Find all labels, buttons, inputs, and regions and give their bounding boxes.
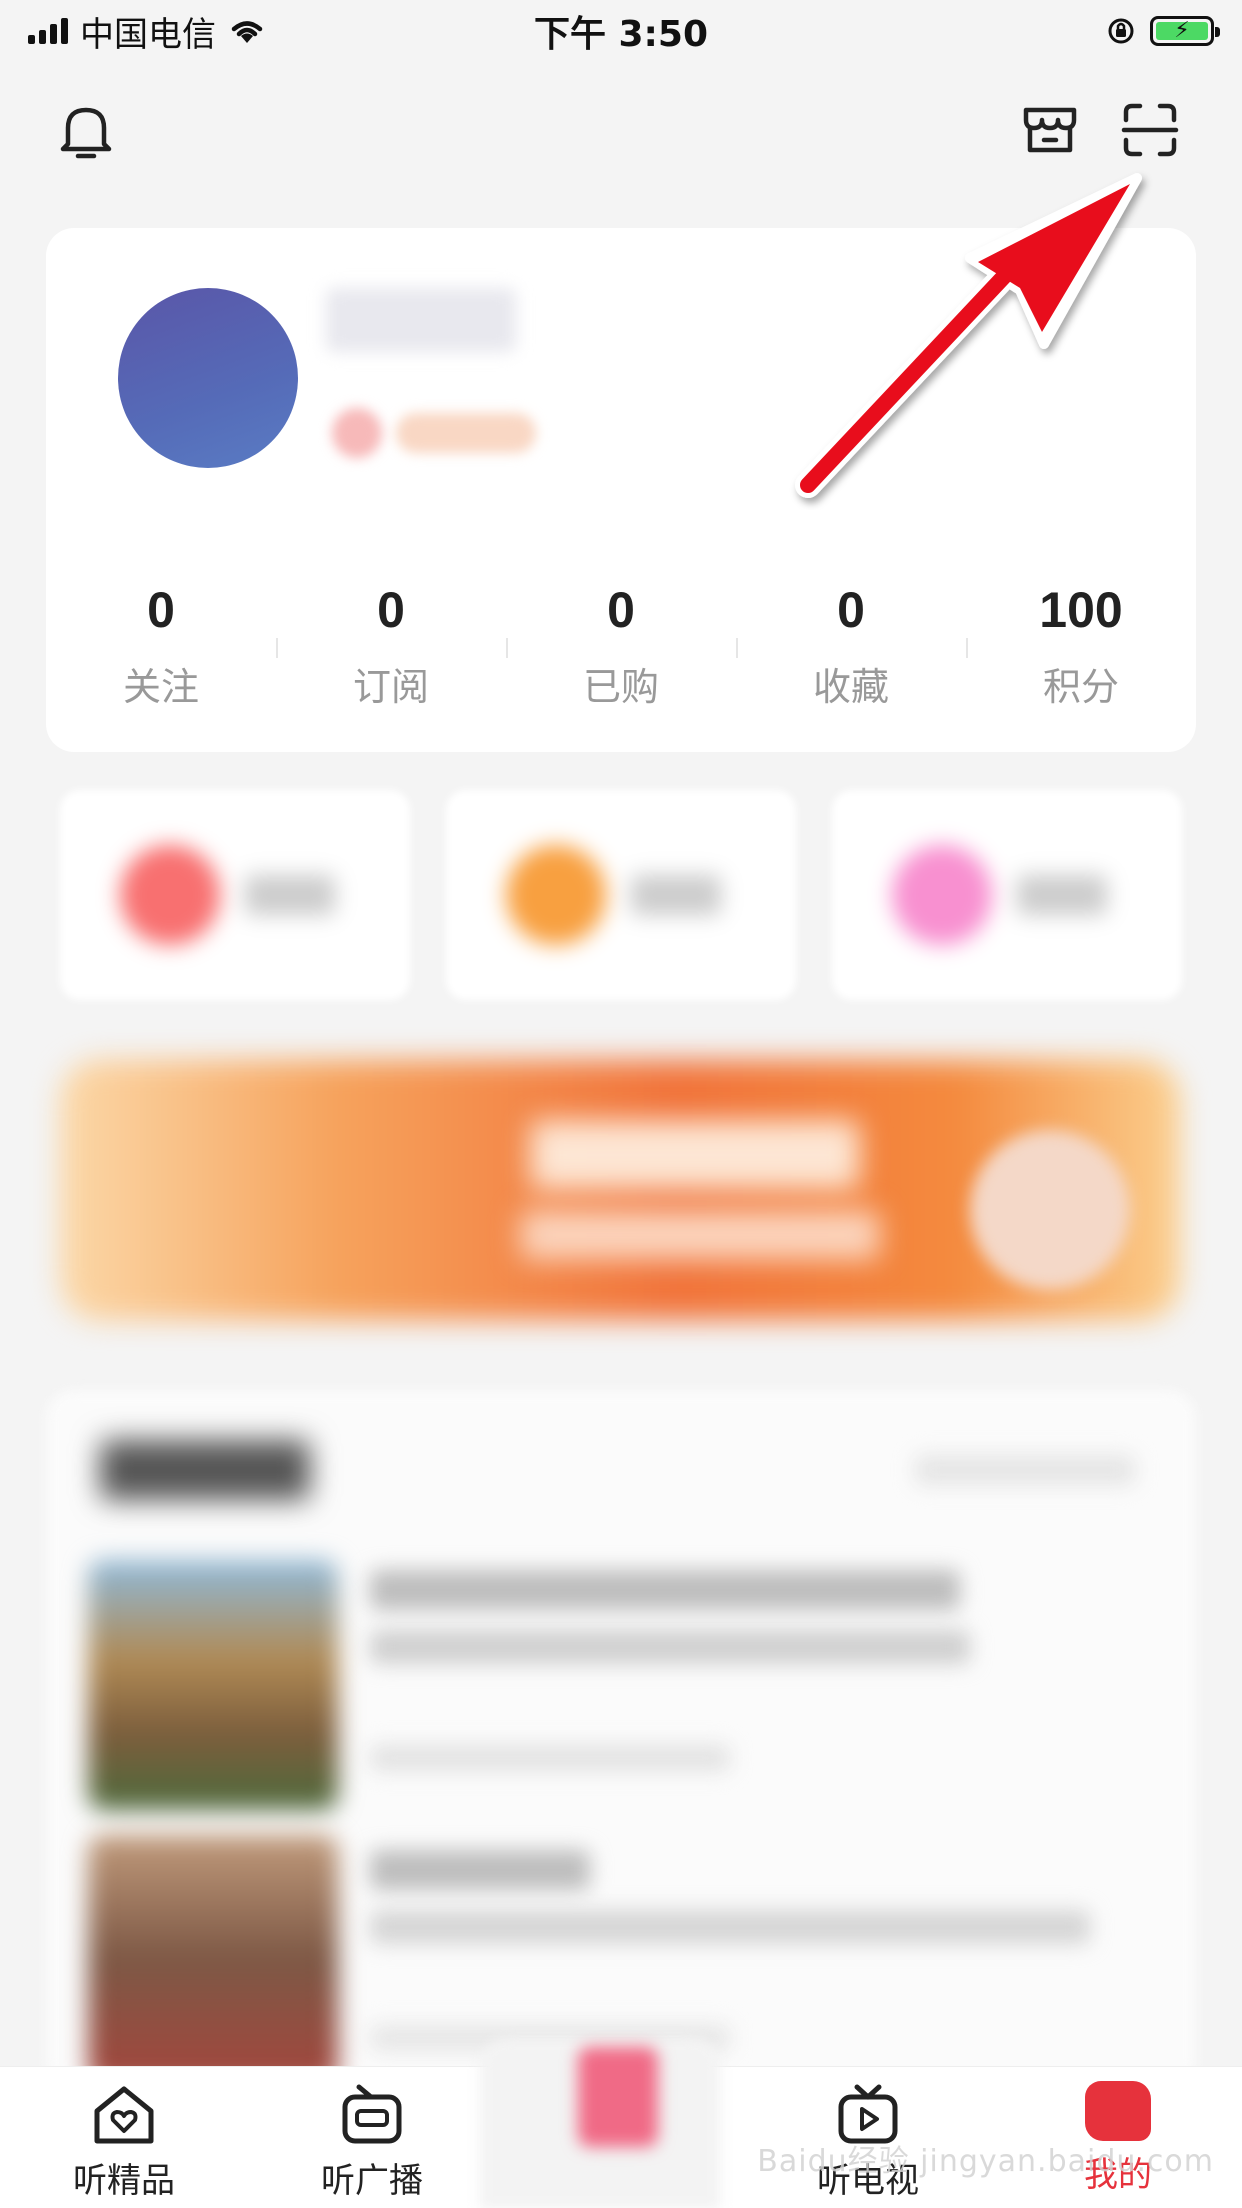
status-left: 中国电信 [28,7,266,56]
stat-value: 0 [837,582,865,638]
list-item-title-blurred [370,1570,960,1610]
stat-value: 0 [377,582,405,638]
list-heading-blurred [100,1440,310,1500]
signal-icon [28,18,68,44]
tab-featured[interactable]: 听精品 [4,2067,244,2208]
quick-action-3[interactable] [832,790,1182,1000]
level-badge-icon [332,408,382,458]
watermark: Baidu经验 jingyan.baidu.com [757,2144,1214,2179]
list-item-thumbnail[interactable] [88,1835,338,2085]
quick-action-2[interactable] [446,790,796,1000]
status-bar: 中国电信 下午 3:50 ⚡ [0,0,1242,62]
tab-label: 听广播 [321,2161,423,2201]
list-item-title-blurred [370,1850,590,1890]
stat-label: 订阅 [352,665,429,709]
stat-following[interactable]: 0 关注 [46,580,276,711]
stat-value: 0 [607,582,635,638]
stat-label: 已购 [582,665,659,709]
bottom-tab-bar: 听精品 听广播 听电视 我的 Baidu经验 jingyan.baidu.com [0,2037,1242,2208]
status-right: ⚡ [1106,16,1220,46]
stat-subscriptions[interactable]: 0 订阅 [276,580,506,711]
stat-label: 积分 [1042,665,1119,709]
list-item-desc-blurred [370,1910,1090,1944]
quick-action-1[interactable] [60,790,410,1000]
scan-icon[interactable] [1118,98,1182,162]
quick-action-icon [892,845,992,945]
banner-play-icon [970,1130,1130,1290]
stat-purchased[interactable]: 0 已购 [506,580,736,711]
stats-row: 0 关注 0 订阅 0 已购 0 收藏 100 积分 [46,580,1196,711]
stat-label: 关注 [122,665,199,709]
profile-icon [1085,2081,1151,2141]
center-tab-icon [578,2047,658,2147]
wifi-icon [231,21,263,43]
store-icon[interactable] [1018,98,1082,162]
stat-value: 100 [1039,582,1123,638]
quick-action-icon [506,845,606,945]
stat-points[interactable]: 100 积分 [966,580,1196,711]
tab-radio[interactable]: 听广播 [252,2067,492,2208]
home-heart-icon [94,2086,154,2144]
list-item-meta-blurred [370,1745,730,1771]
list-more-blurred[interactable] [915,1455,1135,1485]
annotation-arrow [780,160,1160,514]
list-item-thumbnail[interactable] [88,1560,338,1810]
username-blurred[interactable] [326,288,516,352]
stat-favorites[interactable]: 0 收藏 [736,580,966,711]
avatar[interactable] [118,288,298,468]
level-badge-blurred [396,413,536,453]
bell-icon[interactable] [54,100,118,164]
rotation-lock-icon [1108,18,1134,44]
banner-subtext-blurred [520,1210,880,1260]
stat-value: 0 [147,582,175,638]
quick-action-label-blurred [245,875,335,915]
tab-label: 听精品 [73,2161,175,2201]
carrier-label: 中国电信 [80,14,216,55]
stat-label: 收藏 [812,665,889,709]
list-item-desc-blurred [370,1630,970,1664]
banner-text-blurred [530,1120,860,1190]
quick-action-label-blurred [631,875,721,915]
quick-action-label-blurred [1017,875,1107,915]
quick-action-icon [120,845,220,945]
battery-charging-icon: ⚡ [1150,16,1220,46]
blurred-content [0,790,1242,2090]
radio-icon [342,2084,402,2144]
